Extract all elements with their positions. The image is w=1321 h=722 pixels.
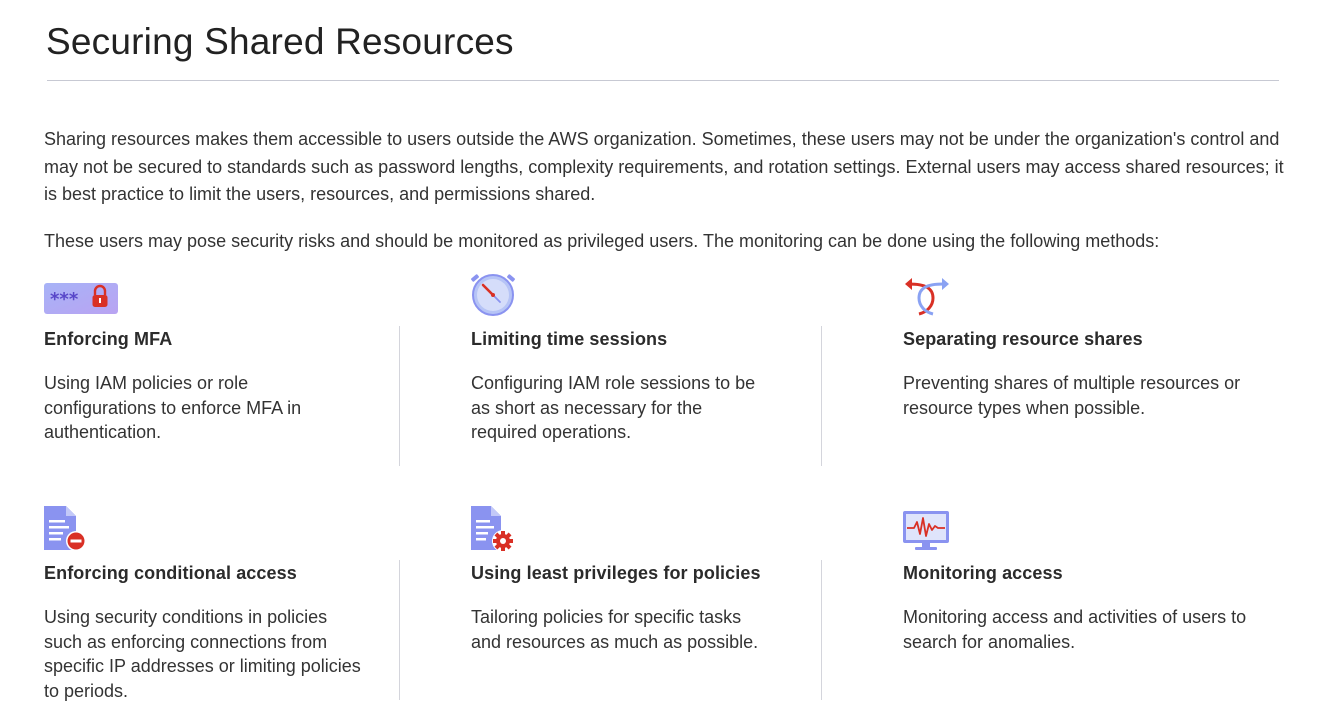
password-lock-icon: ***: [44, 270, 118, 318]
method-card-limiting-time-sessions: Limiting time sessions Configuring IAM r…: [471, 270, 801, 460]
intro-paragraph: Sharing resources makes them accessible …: [44, 129, 1284, 204]
method-description: Using security conditions in policies su…: [44, 607, 361, 701]
stopwatch-icon: [471, 270, 521, 318]
document-block-icon: [44, 504, 94, 552]
method-title: Separating resource shares: [903, 329, 1143, 349]
method-title: Limiting time sessions: [471, 329, 668, 349]
method-title: Using least privileges for policies: [471, 563, 761, 583]
method-card-enforcing-mfa: *** Enforcing MFA Using IAM policies or …: [44, 270, 384, 460]
column-divider: [399, 560, 400, 700]
column-divider: [399, 326, 400, 466]
method-description: Preventing shares of multiple resources …: [903, 373, 1241, 418]
method-description: Configuring IAM role sessions to be as s…: [471, 373, 756, 442]
methods-intro: These users may pose security risks and …: [44, 231, 1160, 251]
svg-text:***: ***: [50, 289, 79, 310]
method-description: Tailoring policies for specific tasks an…: [471, 607, 759, 652]
monitor-pulse-icon: [903, 504, 953, 552]
method-card-monitoring-access: Monitoring access Monitoring access and …: [903, 504, 1293, 704]
method-description: Using IAM policies or role configuration…: [44, 373, 302, 442]
method-card-least-privileges: Using least privileges for policies Tail…: [471, 504, 801, 704]
document-gear-icon: [471, 504, 521, 552]
method-card-enforcing-conditional-access: Enforcing conditional access Using secur…: [44, 504, 384, 704]
column-divider: [821, 326, 822, 466]
split-arrows-icon: [903, 270, 953, 318]
page-title: Securing Shared Resources: [46, 21, 514, 62]
title-divider: [47, 80, 1279, 81]
method-card-separating-resource-shares: Separating resource shares Preventing sh…: [903, 270, 1283, 460]
column-divider: [821, 560, 822, 700]
method-title: Enforcing conditional access: [44, 563, 297, 583]
method-title: Monitoring access: [903, 563, 1063, 583]
method-description: Monitoring access and activities of user…: [903, 607, 1247, 652]
method-title: Enforcing MFA: [44, 329, 173, 349]
